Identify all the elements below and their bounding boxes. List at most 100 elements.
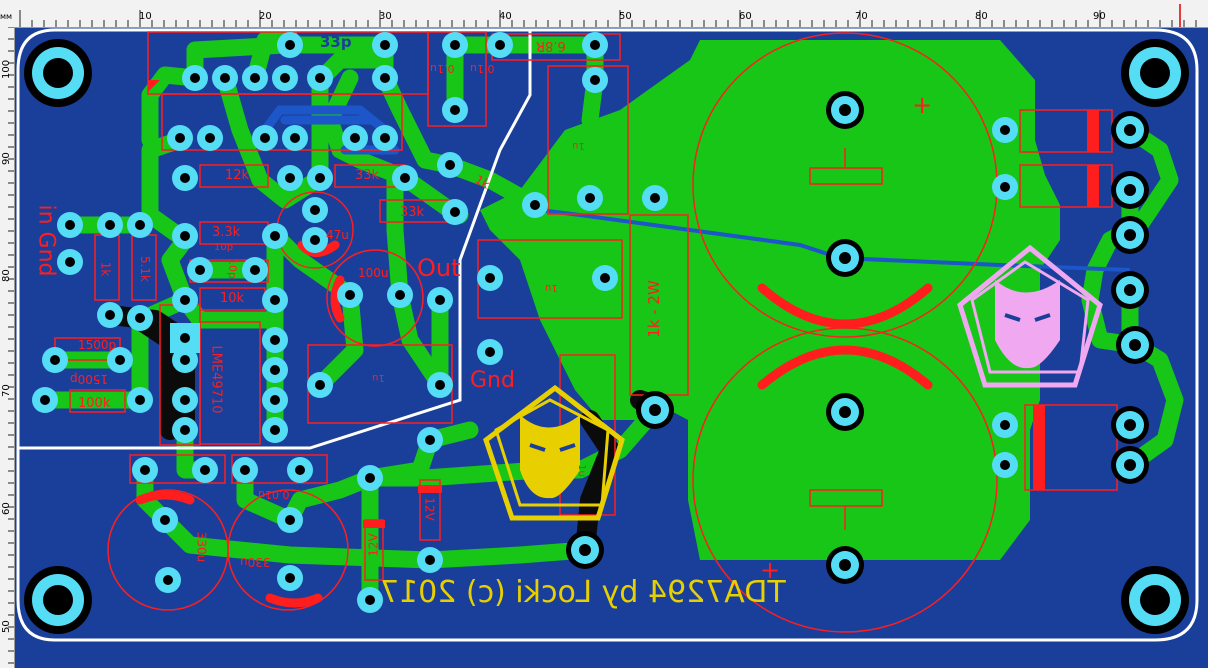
- pad-drill-hole: [1000, 125, 1010, 135]
- pad-drill-hole: [180, 231, 190, 241]
- pad-drill-hole: [350, 133, 360, 143]
- pad-drill-hole: [105, 220, 115, 230]
- pad-drill-hole: [1000, 460, 1010, 470]
- pad-drill-hole: [115, 355, 125, 365]
- pad-drill-hole: [839, 252, 851, 264]
- label-c-1u-a: 1u: [572, 140, 585, 151]
- pad-drill-hole: [425, 555, 435, 565]
- pad-drill-hole: [380, 133, 390, 143]
- pad-drill-hole: [240, 465, 250, 475]
- pad-drill-hole: [395, 290, 405, 300]
- label-r-100k: 100k: [78, 396, 111, 411]
- pad-drill-hole: [180, 295, 190, 305]
- label-z-12v-a: 12V: [366, 533, 381, 557]
- label-c-1500p-b: 1500p: [70, 372, 109, 386]
- pad-drill-hole: [495, 40, 505, 50]
- pad-drill-hole: [180, 173, 190, 183]
- pad-drill-hole: [163, 575, 173, 585]
- pad-drill-hole: [285, 40, 295, 50]
- pad-drill-hole: [135, 395, 145, 405]
- label-ic-lme49710: LME49710: [208, 345, 224, 414]
- pad-drill-hole: [180, 333, 190, 343]
- pad-drill-hole: [579, 544, 591, 556]
- pad-drill-hole: [1129, 339, 1141, 351]
- pcb-canvas[interactable]: + +: [0, 0, 1208, 668]
- pad-drill-hole: [180, 355, 190, 365]
- pad-drill-hole: [290, 133, 300, 143]
- pad-drill-hole: [50, 355, 60, 365]
- pad-drill-hole: [839, 406, 851, 418]
- pad-drill-hole: [839, 559, 851, 571]
- pad-drill-hole: [435, 380, 445, 390]
- pad-drill-hole: [450, 105, 460, 115]
- pad-drill-hole: [220, 73, 230, 83]
- pad-drill-hole: [425, 435, 435, 445]
- label-credit: TDA7294 by Locki (c) 2017: [380, 575, 786, 610]
- pad-drill-hole: [839, 104, 851, 116]
- pcb-editor-window: мм 10 20 30 40 50 60 70 80 90 100 90 80 …: [0, 0, 1208, 668]
- label-c-1u-d: 1u: [575, 464, 587, 477]
- pad-drill-hole: [65, 220, 75, 230]
- pad-drill-hole: [445, 160, 455, 170]
- pad-drill-hole: [105, 310, 115, 320]
- pad-drill-hole: [190, 73, 200, 83]
- pad-drill-hole: [590, 75, 600, 85]
- label-c-0-1u-b: 0.1u: [430, 62, 455, 75]
- pad-drill-hole: [195, 265, 205, 275]
- pad-drill-hole: [260, 133, 270, 143]
- pad-drill-hole: [530, 200, 540, 210]
- pad-drill-hole: [310, 235, 320, 245]
- pad-drill-hole: [1124, 419, 1136, 431]
- pad-drill-hole: [270, 231, 280, 241]
- pad-drill-hole: [250, 265, 260, 275]
- pad-drill-hole: [649, 404, 661, 416]
- label-c-10p-b: 10p: [225, 258, 239, 279]
- svg-text:+: +: [912, 91, 932, 119]
- label-r-33k-a: 33k: [355, 168, 380, 183]
- pad-drill-hole: [285, 173, 295, 183]
- label-r-5-1k: 5.1k: [138, 255, 153, 283]
- label-r-1k-2w: 1k - 2W: [644, 280, 663, 338]
- pad-drill-hole: [270, 335, 280, 345]
- pad-drill-hole: [200, 465, 210, 475]
- label-r-3-3k: 3.3k: [212, 225, 241, 240]
- pad-drill-hole: [250, 73, 260, 83]
- pad-drill-hole: [1124, 184, 1136, 196]
- label-z-12v-b: 12V: [422, 497, 437, 521]
- pad-drill-hole: [135, 220, 145, 230]
- pad-drill-hole: [1124, 229, 1136, 241]
- label-c-0-01u-b: 0.01u: [258, 488, 290, 501]
- pad-drill-hole: [450, 207, 460, 217]
- pad-drill-hole: [280, 73, 290, 83]
- label-c-10p-a: 10p: [214, 242, 234, 253]
- pad-drill-hole: [315, 173, 325, 183]
- pad-drill-hole: [485, 347, 495, 357]
- label-r-6-8r: 6.8R: [536, 38, 566, 53]
- pad-drill-hole: [285, 515, 295, 525]
- pad-drill-hole: [270, 365, 280, 375]
- pad-drill-hole: [285, 573, 295, 583]
- label-c-0-01u-a: 0.01u: [150, 488, 182, 501]
- label-input-gnd: in Gnd: [33, 204, 59, 277]
- pad-drill-hole: [270, 425, 280, 435]
- label-c-330u-a: 330u: [194, 531, 209, 563]
- pad-drill-hole: [175, 133, 185, 143]
- pad-drill-hole: [270, 395, 280, 405]
- label-output: Out: [417, 254, 461, 282]
- pad-drill-hole: [365, 595, 375, 605]
- pad-drill-hole: [450, 40, 460, 50]
- pad-drill-hole: [315, 380, 325, 390]
- label-c-47u: 47u: [326, 228, 349, 242]
- pad-drill-hole: [1124, 124, 1136, 136]
- pad-drill-hole: [365, 473, 375, 483]
- pad-drill-hole: [485, 273, 495, 283]
- pad-drill-hole: [590, 40, 600, 50]
- pad-drill-hole: [1124, 459, 1136, 471]
- label-r-33k-b: 33k: [400, 205, 425, 220]
- pad-drill-hole: [435, 295, 445, 305]
- pad-drill-hole: [65, 257, 75, 267]
- pad-drill-hole: [40, 395, 50, 405]
- label-c-1u-c: 1u: [372, 372, 385, 383]
- pad-drill-hole: [180, 425, 190, 435]
- label-r-10k: 10k: [220, 291, 245, 306]
